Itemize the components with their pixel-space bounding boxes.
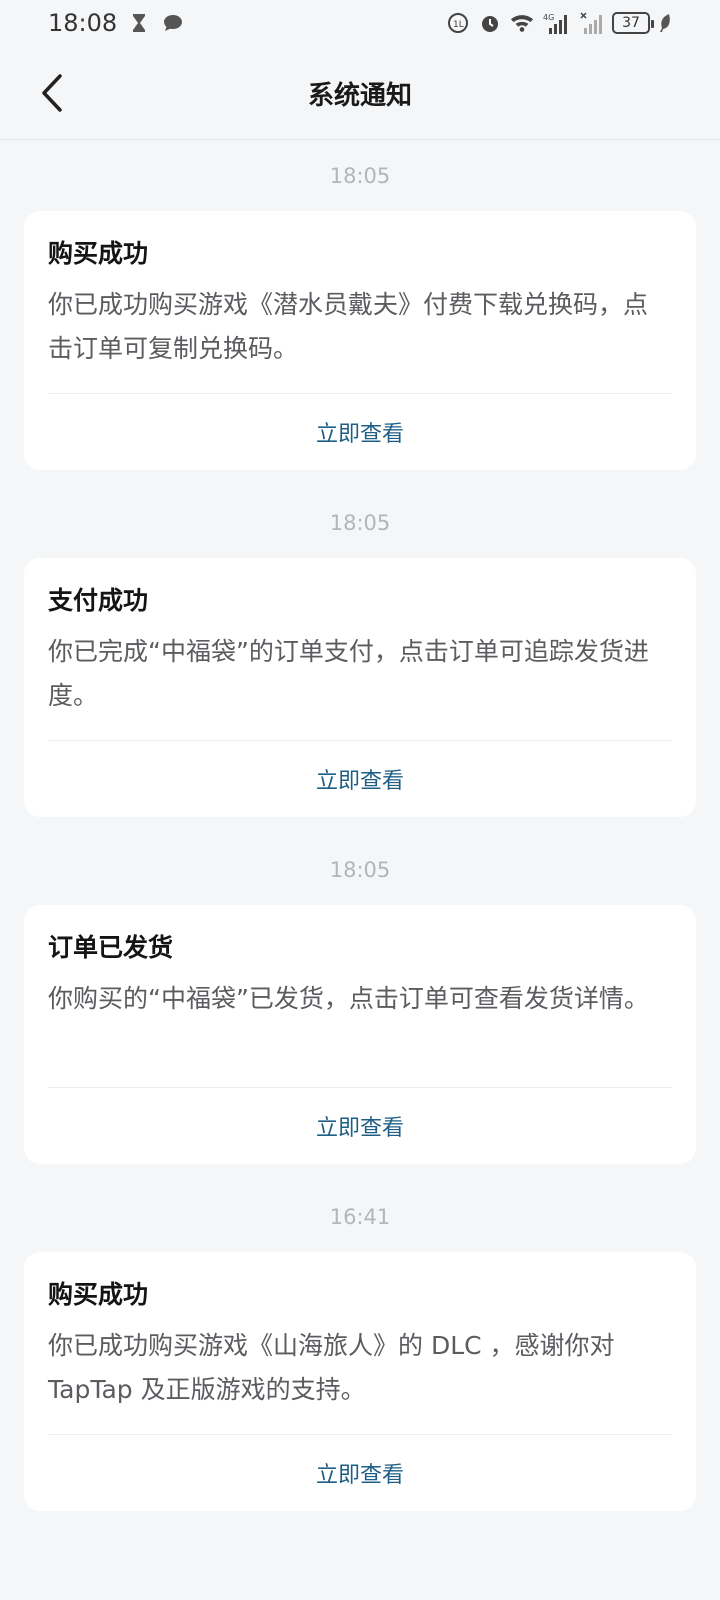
signal-icon: 4G <box>542 11 572 35</box>
battery-level: 37 <box>622 15 640 31</box>
svg-text:1L: 1L <box>453 20 464 30</box>
notification-title: 购买成功 <box>48 1280 149 1309</box>
notification-timestamp: 18:05 <box>329 164 391 188</box>
leaf-icon <box>658 11 672 35</box>
hourglass-icon <box>127 11 151 35</box>
hd-icon: 1L <box>446 11 470 35</box>
alarm-icon <box>478 11 502 35</box>
notification-group: 18:05 购买成功 你已成功购买游戏《潜水员戴夫》付费下载兑换码，点击订单可复… <box>0 141 720 470</box>
view-now-button[interactable]: 立即查看 <box>48 394 672 470</box>
status-time: 18:08 <box>48 9 118 37</box>
view-now-button[interactable]: 立即查看 <box>48 1435 672 1511</box>
status-right: 1L 4G 37 <box>446 11 672 35</box>
signal-off-icon <box>580 11 604 35</box>
notification-title: 购买成功 <box>48 239 149 268</box>
status-bar: 18:08 1L 4G 37 <box>0 0 720 46</box>
notification-group: 18:05 支付成功 你已完成“中福袋”的订单支付，点击订单可追踪发货进度。 立… <box>0 488 720 817</box>
notification-group: 16:41 购买成功 你已成功购买游戏《山海旅人》的 DLC ，感谢你对 Tap… <box>0 1182 720 1511</box>
notification-card[interactable]: 支付成功 你已完成“中福袋”的订单支付，点击订单可追踪发货进度。 立即查看 <box>24 558 696 817</box>
notification-body: 你已完成“中福袋”的订单支付，点击订单可追踪发货进度。 <box>48 637 649 710</box>
notification-card[interactable]: 购买成功 你已成功购买游戏《山海旅人》的 DLC ，感谢你对 TapTap 及正… <box>24 1252 696 1511</box>
notification-feed[interactable]: 18:05 购买成功 你已成功购买游戏《潜水员戴夫》付费下载兑换码，点击订单可复… <box>0 141 720 1600</box>
notification-card[interactable]: 订单已发货 你购买的“中福袋”已发货，点击订单可查看发货详情。 立即查看 <box>24 905 696 1164</box>
view-now-button[interactable]: 立即查看 <box>48 1088 672 1164</box>
notification-card[interactable]: 购买成功 你已成功购买游戏《潜水员戴夫》付费下载兑换码，点击订单可复制兑换码。 … <box>24 211 696 470</box>
status-left: 18:08 <box>48 9 185 37</box>
chat-bubble-icon <box>161 11 185 35</box>
notification-title: 支付成功 <box>48 586 149 615</box>
wifi-icon <box>510 11 534 35</box>
battery-icon: 37 <box>612 12 654 34</box>
notification-timestamp: 18:05 <box>329 858 391 882</box>
page-title: 系统通知 <box>307 80 412 111</box>
notification-body: 你已成功购买游戏《山海旅人》的 DLC ，感谢你对 TapTap 及正版游戏的支… <box>48 1331 615 1404</box>
notification-body: 你已成功购买游戏《潜水员戴夫》付费下载兑换码，点击订单可复制兑换码。 <box>48 290 649 363</box>
svg-text:4G: 4G <box>543 13 554 22</box>
notification-timestamp: 16:41 <box>329 1205 391 1229</box>
notification-group: 18:05 订单已发货 你购买的“中福袋”已发货，点击订单可查看发货详情。 立即… <box>0 835 720 1164</box>
view-now-button[interactable]: 立即查看 <box>48 741 672 817</box>
notification-title: 订单已发货 <box>48 933 174 962</box>
notification-timestamp: 18:05 <box>329 511 391 535</box>
notification-body: 你购买的“中福袋”已发货，点击订单可查看发货详情。 <box>48 984 649 1013</box>
navigation-bar: 系统通知 <box>0 46 720 140</box>
